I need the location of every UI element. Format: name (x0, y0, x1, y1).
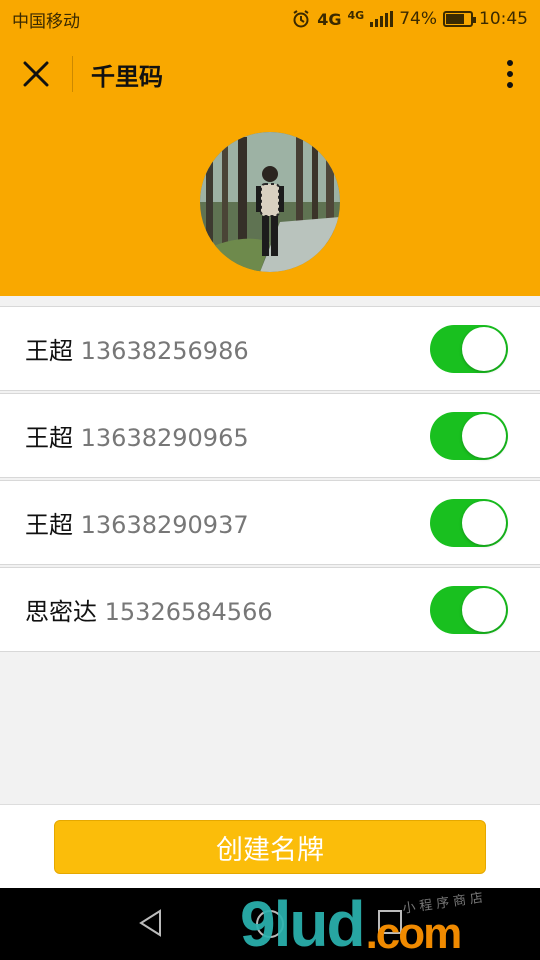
battery-icon (443, 11, 476, 27)
battery-percent: 74% (399, 9, 437, 29)
avatar[interactable] (200, 132, 340, 272)
contact-phone: 13638256986 (80, 337, 249, 365)
contact-name: 王超 (25, 337, 73, 365)
contact-phone: 15326584566 (104, 598, 273, 626)
page-title: 千里码 (91, 62, 163, 91)
toggle-knob (462, 500, 506, 545)
list-item: 王超 13638290937 (0, 480, 540, 565)
contact-toggle[interactable] (430, 585, 508, 634)
contact-toggle[interactable] (430, 411, 508, 460)
nav-bar: 千里码 (0, 38, 540, 110)
profile-header: 千里码 (0, 38, 540, 296)
close-button[interactable] (0, 38, 72, 110)
avatar-photo (200, 132, 340, 272)
toggle-knob (462, 587, 506, 632)
contact-toggle[interactable] (430, 498, 508, 547)
network-type-secondary: 4G (347, 9, 365, 22)
watermark-domain: .com (365, 909, 463, 958)
contact-name: 王超 (25, 511, 73, 539)
contact-text: 王超 13638290965 (25, 418, 430, 453)
list-item: 王超 13638256986 (0, 306, 540, 391)
contact-phone: 13638290937 (80, 511, 249, 539)
contact-text: 王超 13638256986 (25, 331, 430, 366)
contact-phone: 13638290965 (80, 424, 249, 452)
nav-divider (72, 56, 73, 92)
watermark-brand: 9lud (240, 888, 366, 960)
footer-bar: 创建名牌 (0, 804, 540, 888)
status-indicators: 4G 4G 74% 10:45 (291, 9, 528, 29)
status-bar: 中国移动 4G 4G 74% 10:45 (0, 0, 540, 38)
alarm-icon (293, 10, 309, 28)
list-item: 思密达 15326584566 (0, 567, 540, 652)
toggle-knob (462, 413, 506, 458)
signal-icon (370, 11, 394, 27)
contact-name: 王超 (25, 424, 73, 452)
create-nameplate-button[interactable]: 创建名牌 (54, 820, 486, 874)
network-type-label: 4G (317, 9, 342, 29)
back-icon[interactable] (136, 908, 166, 938)
contact-text: 思密达 15326584566 (25, 592, 430, 627)
contact-list: 王超 13638256986 王超 13638290965 王超 1363829… (0, 306, 540, 654)
more-button[interactable] (480, 38, 540, 110)
contact-toggle[interactable] (430, 324, 508, 373)
more-vertical-icon (507, 60, 513, 88)
close-icon (23, 61, 49, 87)
toggle-knob (462, 326, 506, 371)
carrier-label: 中国移动 (12, 11, 80, 32)
contact-text: 王超 13638290937 (25, 505, 430, 540)
contact-name: 思密达 (25, 598, 97, 626)
list-item: 王超 13638290965 (0, 393, 540, 478)
clock: 10:45 (479, 9, 528, 29)
